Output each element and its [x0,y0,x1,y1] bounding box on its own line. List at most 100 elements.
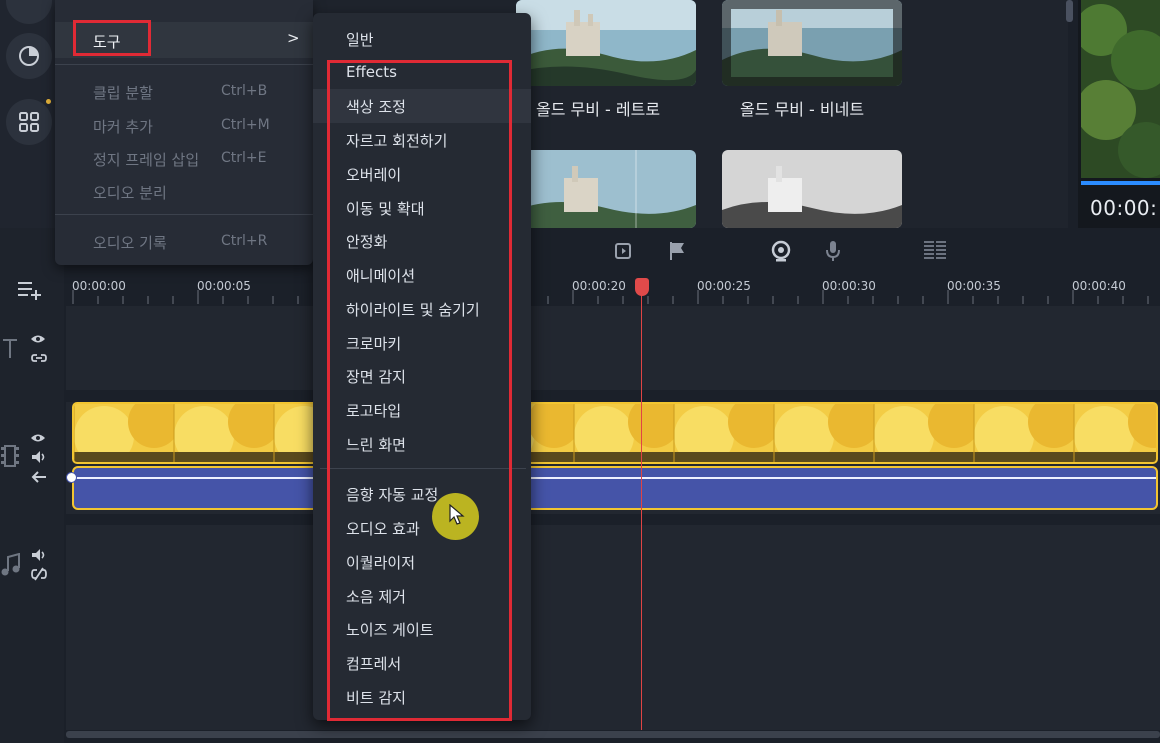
unlink-icon [31,567,47,581]
menu-item-record-audio[interactable]: 오디오 기록 Ctrl+R [55,224,313,258]
lemon-frame [773,404,880,462]
audio-track-lane[interactable] [66,525,1160,730]
lemon-frame [1073,404,1156,462]
thumbnail-label-vignette: 올드 무비 - 비네트 [740,100,865,119]
audio-levels-icon [924,241,946,259]
ruler-label: 00:00:20 [572,279,626,293]
thumbnail-effect-3[interactable] [516,150,696,228]
submenu-item-general[interactable]: 일반 [313,22,531,56]
submenu-highlight-box [327,60,512,721]
ruler-label: 00:00:25 [697,279,751,293]
audio-clip[interactable] [72,466,1158,510]
menu-item-freeze-frame[interactable]: 정지 프레임 삽입 Ctrl+E [55,141,313,175]
castle-bw-image [722,150,902,228]
menu-item-label: 오디오 분리 [93,184,167,202]
menu-item-shortcut: Ctrl+E [221,150,267,166]
video-clip-lemons[interactable] [72,402,1158,464]
audio-track-header [1,553,21,577]
lemon-frame [673,404,780,462]
thumbnail-old-movie-vignette[interactable] [722,0,902,86]
text-track-visibility[interactable] [30,333,46,345]
volume-icon [32,549,45,561]
ruler-label: 00:00:00 [72,279,126,293]
mouse-cursor-icon [449,504,465,525]
castle-split-image [516,150,696,228]
lemon-frame [173,404,280,462]
menu-item-split-clip[interactable]: 클립 분할 Ctrl+B [55,74,313,108]
clip-keyframe-handle[interactable] [66,472,77,483]
lemon-frame [74,404,180,462]
ruler-label: 00:00:05 [197,279,251,293]
thumbnail-effect-4[interactable] [722,150,902,228]
webcam-record-button[interactable] [768,238,794,264]
menu-item-label: 정지 프레임 삽입 [93,151,200,169]
lemon-frame [573,404,680,462]
video-track-volume[interactable] [31,450,47,464]
menu-item-detach-audio[interactable]: 오디오 분리 [55,174,313,208]
lemon-frame [873,404,980,462]
marker-flag-button[interactable] [664,238,690,264]
menu-divider [55,214,313,215]
text-track-icon [3,339,17,358]
ruler-label: 00:00:40 [1072,279,1126,293]
ruler-label: 00:00:30 [822,279,876,293]
eye-icon [31,434,45,442]
playhead-handle[interactable] [635,278,649,296]
back-arrow-icon [31,471,46,483]
audio-volume-line[interactable] [74,477,1156,479]
chevron-right-icon: > [287,29,300,47]
lemon-filmstrip-image [74,404,1156,462]
timeline-scrollbar[interactable] [66,731,1160,738]
eye-icon [31,335,45,343]
lemon-frame [973,404,1080,462]
link-icon [31,354,47,362]
ruler-label: 00:00:35 [947,279,1001,293]
left-tool-strip [0,0,60,228]
crop-tool-button[interactable] [611,238,637,264]
preview-image [1081,0,1160,178]
microphone-button[interactable] [820,238,846,264]
castle-vignette-image [722,0,902,86]
tools-highlight-box [73,20,151,56]
notification-dot [46,99,51,104]
track-gap [66,390,1160,402]
menu-item-label: 마커 추가 [93,118,153,136]
thumbnail-label-retro: 올드 무비 - 레트로 [536,100,661,119]
thumbnail-old-movie-retro[interactable] [516,0,696,86]
menu-item-add-marker[interactable]: 마커 추가 Ctrl+M [55,108,313,142]
menu-item-shortcut: Ctrl+B [221,83,268,99]
video-track-back[interactable] [31,471,47,483]
webcam-icon [771,240,791,262]
transitions-button[interactable] [6,33,52,79]
preview-timecode: 00:00: [1090,196,1158,220]
tool-button-top[interactable] [6,0,52,24]
forest-preview-image [1081,0,1160,178]
text-track-lane[interactable] [66,306,1160,390]
text-track-header [1,337,19,359]
castle-thumbnail-image [516,0,696,86]
menu-item-shortcut: Ctrl+M [221,117,270,133]
menu-item-shortcut: Ctrl+R [221,233,268,249]
crop-icon [615,243,631,259]
preview-progress-bar[interactable] [1081,181,1160,185]
grid-icon [19,112,39,132]
audio-track-volume[interactable] [31,548,47,562]
menu-item-label: 오디오 기록 [93,234,167,252]
video-track-icon [1,445,19,467]
contrast-icon [19,46,39,66]
audio-levels-button[interactable] [922,238,948,264]
video-track-header [1,444,19,468]
playhead-line[interactable] [641,282,642,730]
media-scrollbar[interactable] [1066,0,1073,22]
audio-track-unlink[interactable] [31,567,47,581]
microphone-icon [826,241,840,261]
volume-icon [32,451,45,463]
menu-item-label: 클립 분할 [93,84,153,102]
music-track-icon [1,553,20,576]
menu-divider [55,64,313,65]
add-track-button[interactable] [17,280,43,300]
more-tools-button[interactable] [6,99,52,145]
submenu-item-label: 일반 [346,31,374,49]
text-track-link[interactable] [31,352,47,364]
video-track-visibility[interactable] [30,432,46,444]
